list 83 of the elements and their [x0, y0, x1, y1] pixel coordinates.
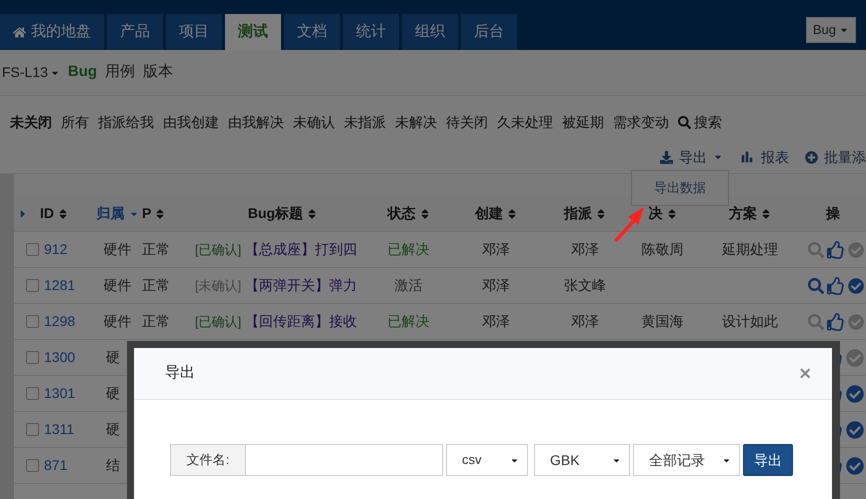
- bug-id-link[interactable]: 1298: [44, 311, 76, 332]
- owner-cell: 结: [106, 457, 120, 473]
- bug-title-link[interactable]: 【两弹开关】弹力: [245, 275, 358, 296]
- column-header[interactable]: P: [142, 203, 166, 224]
- column-header[interactable]: 指派: [564, 203, 606, 224]
- filter-link[interactable]: 未关闭: [10, 112, 52, 132]
- scope-select[interactable]: 全部记录: [633, 444, 740, 476]
- filter-link[interactable]: 未解决: [395, 112, 437, 132]
- filter-link[interactable]: 由我创建: [163, 112, 219, 132]
- owner-cell: 硬件: [104, 313, 132, 329]
- assignee-cell: 张文峰: [564, 277, 606, 293]
- owner-cell: 硬: [106, 421, 120, 437]
- encoding-select[interactable]: GBK: [534, 444, 630, 476]
- filter-link[interactable]: 需求变动: [613, 112, 669, 132]
- dialog-title: 导出: [165, 363, 195, 384]
- nav-tab[interactable]: 我的地盘: [0, 14, 104, 50]
- confirm-tag: [未确认]: [195, 276, 242, 296]
- filter-link[interactable]: 指派给我: [98, 112, 154, 132]
- nav-tab[interactable]: 项目: [166, 14, 222, 50]
- toolbar-action[interactable]: 批量添: [805, 146, 866, 168]
- creator-cell: 邓泽: [482, 241, 510, 257]
- nav-tab[interactable]: 统计: [343, 14, 399, 50]
- filter-link[interactable]: 待关闭: [446, 112, 488, 132]
- owner-cell: 硬: [106, 349, 120, 365]
- sub-nav-link[interactable]: 版本: [143, 61, 174, 84]
- resolver-cell: 黄国海: [642, 313, 684, 329]
- filter-link[interactable]: 所有: [61, 112, 89, 132]
- assignee-cell: 邓泽: [571, 241, 599, 257]
- format-select[interactable]: csv: [446, 444, 528, 476]
- bug-id-link[interactable]: 1281: [44, 275, 76, 296]
- filter-link[interactable]: 久未处理: [497, 112, 553, 132]
- resolution-cell: 延期处理: [722, 241, 778, 257]
- column-header[interactable]: 状态: [388, 203, 430, 224]
- nav-tab[interactable]: 组织: [402, 14, 458, 50]
- bug-id-link[interactable]: 1300: [44, 347, 76, 368]
- sub-nav-link[interactable]: 用例: [105, 61, 136, 84]
- bug-title-link[interactable]: 【总成座】打到四: [245, 239, 358, 260]
- nav-tab[interactable]: 后台: [461, 14, 517, 50]
- toolbar-action[interactable]: 报表: [739, 146, 789, 168]
- filter-link[interactable]: 未指派: [344, 112, 386, 132]
- creator-cell: 邓泽: [482, 277, 510, 293]
- assignee-cell: 邓泽: [571, 313, 599, 329]
- search-link[interactable]: 搜索: [678, 112, 722, 132]
- bug-id-link[interactable]: 1301: [44, 383, 76, 404]
- confirm-tag: [已确认]: [195, 240, 242, 260]
- filter-link[interactable]: 由我解决: [228, 112, 284, 132]
- column-header[interactable]: 操: [826, 203, 840, 224]
- menu-item[interactable]: 导出数据: [654, 178, 706, 198]
- column-header[interactable]: 决: [648, 203, 676, 224]
- resolution-cell: 设计如此: [722, 313, 778, 329]
- confirm-tag: [已确认]: [195, 312, 242, 332]
- export-button[interactable]: 导出: [743, 444, 793, 476]
- resolver-cell: 陈敬周: [642, 241, 684, 257]
- search-type-select[interactable]: Bug: [806, 17, 856, 43]
- filter-link[interactable]: 被延期: [562, 112, 604, 132]
- owner-cell: 硬件: [104, 241, 132, 257]
- bug-id-link[interactable]: 871: [44, 455, 68, 476]
- product-switcher[interactable]: FS-L13: [2, 62, 60, 83]
- creator-cell: 邓泽: [482, 313, 510, 329]
- bug-id-link[interactable]: 1311: [44, 419, 74, 440]
- bug-title-link[interactable]: 【回传距离】接收: [245, 311, 358, 332]
- column-header[interactable]: 创建: [475, 203, 517, 224]
- status-cell: 已解决: [388, 313, 430, 329]
- toolbar-action[interactable]: 导出: [660, 146, 723, 168]
- status-cell: 激活: [394, 277, 422, 293]
- nav-tab[interactable]: 测试: [225, 14, 281, 50]
- owner-cell: 硬: [106, 385, 120, 401]
- column-header[interactable]: ID: [40, 203, 68, 224]
- column-header[interactable]: 归属: [96, 203, 138, 224]
- column-header[interactable]: Bug标题: [248, 203, 318, 224]
- priority-cell: 正常: [142, 241, 170, 257]
- nav-tab[interactable]: 产品: [107, 14, 163, 50]
- priority-cell: 正常: [142, 277, 170, 293]
- status-cell: 已解决: [388, 241, 430, 257]
- filter-link[interactable]: 未确认: [293, 112, 335, 132]
- owner-cell: 硬件: [104, 277, 132, 293]
- filename-label: 文件名:: [170, 444, 246, 476]
- bug-id-link[interactable]: 912: [44, 239, 68, 260]
- sub-nav-link[interactable]: Bug: [68, 61, 98, 84]
- nav-tab[interactable]: 文档: [284, 14, 340, 50]
- close-button[interactable]: ×: [799, 358, 811, 388]
- column-header[interactable]: 方案: [729, 203, 771, 224]
- priority-cell: 正常: [142, 313, 170, 329]
